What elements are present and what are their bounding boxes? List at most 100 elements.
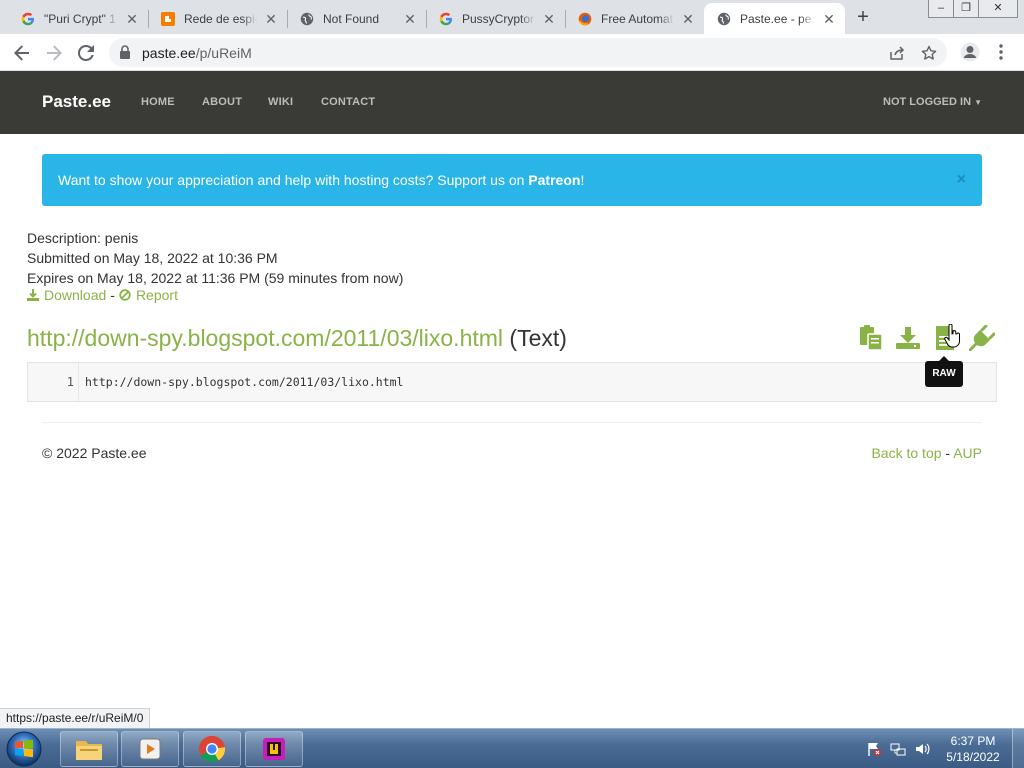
tab-title: Not Found — [323, 11, 380, 26]
url-host: paste.ee — [142, 45, 196, 61]
raw-tooltip: RAW — [925, 356, 963, 387]
profile-avatar-icon[interactable] — [960, 42, 980, 62]
alert-text-end: ! — [580, 172, 585, 188]
tab-title: PussyCryptor — [462, 11, 535, 26]
share-icon[interactable] — [889, 45, 905, 61]
paste-type: (Text) — [509, 325, 567, 351]
nav-about[interactable]: ABOUT — [202, 96, 242, 108]
arrow-right-icon — [47, 45, 62, 61]
alert-close-button[interactable]: × — [957, 171, 966, 189]
line-number: 1 — [66, 375, 74, 389]
taskbar-media-player[interactable] — [121, 731, 179, 767]
tab-title: "Puri Crypt" 1 — [44, 11, 116, 26]
url-path: /p/uReiM — [195, 45, 252, 61]
nav-contact[interactable]: CONTACT — [321, 96, 375, 108]
paste-expires: Expires on May 18, 2022 at 11:36 PM (59 … — [27, 270, 404, 286]
arrow-left-icon — [14, 45, 29, 61]
report-link[interactable]: Report — [119, 287, 178, 303]
globe-icon — [716, 11, 732, 27]
taskbar-chrome[interactable] — [183, 731, 241, 767]
clock-time: 6:37 PM — [950, 734, 996, 748]
footer-copyright: © 2022 Paste.ee — [42, 445, 147, 461]
address-bar[interactable]: paste.ee/p/uReiM — [109, 38, 947, 67]
minimize-button[interactable]: ‒ — [928, 0, 954, 18]
paste-actions-links: Download - Report — [27, 287, 178, 303]
download-icon[interactable] — [895, 325, 921, 351]
code-line[interactable]: http://down-spy.blogspot.com/2011/03/lix… — [85, 363, 404, 401]
taskbar-app[interactable] — [245, 731, 303, 767]
system-clock[interactable]: 6:37 PM 5/18/2022 — [940, 733, 1006, 765]
volume-icon[interactable] — [914, 741, 930, 757]
browser-tab-active[interactable]: Paste.ee - pe ✕ — [704, 3, 845, 34]
more-menu-icon[interactable] — [997, 42, 1005, 62]
browser-tab-5[interactable]: Free Automat ✕ — [565, 3, 704, 34]
close-icon[interactable]: ✕ — [541, 11, 557, 27]
firefox-icon — [577, 11, 593, 27]
browser-tab-1[interactable]: "Puri Crypt" 1 ✕ — [8, 3, 148, 34]
clock-date: 5/18/2022 — [946, 750, 1000, 764]
alert-message: Want to show your appreciation and help … — [58, 172, 584, 188]
close-icon[interactable]: ✕ — [821, 11, 837, 27]
lock-icon — [120, 45, 130, 59]
google-icon — [20, 11, 36, 27]
tab-title: Paste.ee - pe — [740, 11, 812, 26]
paste-description: Description: penis — [27, 230, 139, 246]
chrome-icon — [199, 735, 226, 763]
close-window-button[interactable]: ✕ — [978, 0, 1018, 18]
back-button[interactable] — [10, 41, 34, 65]
folder-icon — [76, 741, 102, 760]
windows-start-icon[interactable] — [4, 730, 44, 768]
report-label: Report — [135, 287, 178, 303]
media-player-icon — [139, 738, 161, 760]
paste-title-link[interactable]: http://down-spy.blogspot.com/2011/03/lix… — [27, 325, 503, 351]
footer-divider — [42, 422, 982, 423]
tab-title: Rede de espio — [184, 11, 257, 26]
browser-toolbar: paste.ee/p/uReiM — [0, 34, 1024, 71]
close-icon[interactable]: ✕ — [124, 11, 140, 27]
close-icon[interactable]: ✕ — [263, 11, 279, 27]
nav-home[interactable]: HOME — [141, 96, 175, 108]
patreon-link[interactable]: Patreon — [528, 172, 580, 188]
hand-cursor-icon — [944, 324, 960, 348]
globe-icon — [299, 11, 315, 27]
alert-text: Want to show your appreciation and help … — [58, 172, 529, 188]
blogger-icon — [160, 11, 176, 27]
close-icon[interactable]: ✕ — [402, 11, 418, 27]
browser-tab-4[interactable]: PussyCryptor ✕ — [426, 3, 565, 34]
forward-button[interactable] — [42, 41, 66, 65]
google-icon — [438, 11, 454, 27]
clipboard-icon[interactable] — [858, 325, 884, 351]
site-brand[interactable]: Paste.ee — [42, 92, 111, 112]
download-icon — [27, 289, 39, 301]
code-viewer: 1 http://down-spy.blogspot.com/2011/03/l… — [27, 362, 997, 402]
browser-tab-2[interactable]: Rede de espio ✕ — [148, 3, 287, 34]
nav-wiki[interactable]: WIKI — [268, 96, 293, 108]
browser-tab-3[interactable]: Not Found ✕ — [287, 3, 426, 34]
patreon-alert: Want to show your appreciation and help … — [42, 154, 982, 206]
network-icon[interactable] — [890, 741, 906, 757]
login-label: NOT LOGGED IN — [883, 96, 972, 108]
show-desktop-button[interactable] — [1012, 729, 1024, 768]
link-status-bubble: https://paste.ee/r/uReiM/0 — [0, 708, 151, 728]
site-navbar: Paste.ee HOME ABOUT WIKI CONTACT NOT LOG… — [0, 71, 1024, 134]
new-tab-button[interactable]: + — [853, 6, 873, 28]
bookmark-star-icon[interactable] — [921, 45, 937, 61]
app-icon — [263, 738, 285, 760]
reload-button[interactable] — [74, 41, 98, 65]
reload-icon — [77, 44, 94, 61]
aup-link[interactable]: AUP — [953, 445, 982, 461]
ban-icon — [119, 289, 131, 301]
paste-submitted: Submitted on May 18, 2022 at 10:36 PM — [27, 250, 278, 266]
login-dropdown[interactable]: NOT LOGGED IN ▼ — [883, 96, 982, 108]
paste-title: http://down-spy.blogspot.com/2011/03/lix… — [27, 325, 567, 352]
download-label: Download — [44, 287, 107, 303]
close-icon[interactable]: ✕ — [680, 11, 696, 27]
paste-meta: Description: penis Submitted on May 18, … — [27, 228, 403, 288]
action-center-flag-icon[interactable] — [866, 741, 882, 757]
maximize-button[interactable]: ❐ — [953, 0, 979, 18]
caret-down-icon: ▼ — [974, 98, 982, 107]
taskbar-explorer[interactable] — [60, 731, 118, 767]
download-link[interactable]: Download — [27, 287, 106, 303]
plug-icon[interactable] — [969, 325, 995, 351]
back-to-top-link[interactable]: Back to top — [871, 445, 941, 461]
